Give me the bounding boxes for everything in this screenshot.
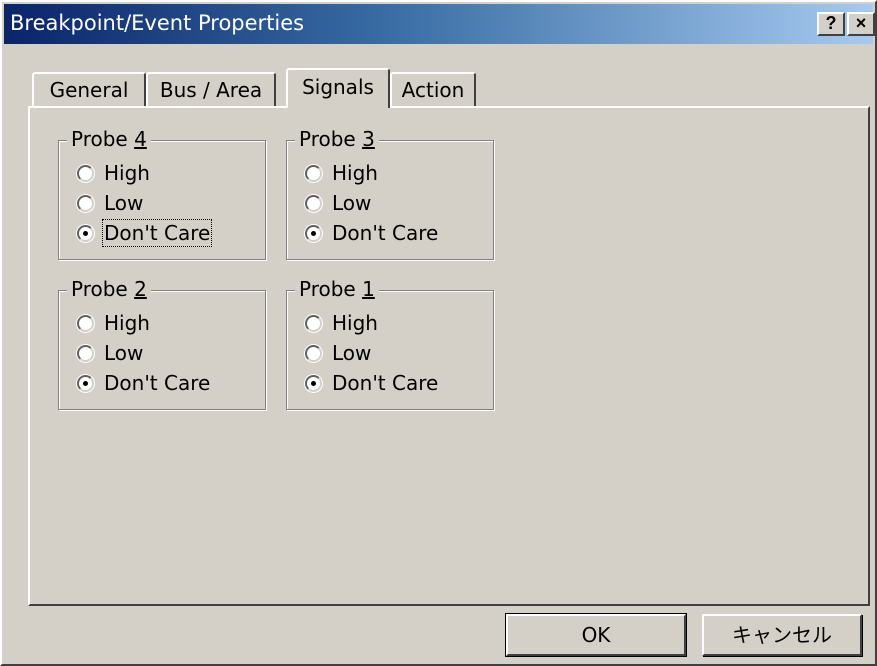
radio-circle[interactable]: [305, 194, 322, 212]
radio-circle[interactable]: [77, 224, 94, 242]
tab-general[interactable]: General: [32, 72, 146, 106]
probe-4-low-radio[interactable]: Low: [77, 189, 143, 217]
signals-panel: Probe 4 High Low Don't Care Probe 3 High: [28, 106, 870, 606]
probe-4-dont-care-radio[interactable]: Don't Care: [77, 219, 213, 247]
radio-circle[interactable]: [77, 164, 94, 182]
dialog-window: Breakpoint/Event Properties ? × General …: [0, 0, 877, 666]
radio-circle[interactable]: [77, 194, 94, 212]
probe-2-high-radio[interactable]: High: [77, 309, 150, 337]
tab-signals[interactable]: Signals: [286, 68, 390, 108]
probe-4-group: Probe 4 High Low Don't Care: [58, 127, 266, 260]
radio-label: Don't Care: [104, 371, 211, 395]
probe-3-low-radio[interactable]: Low: [305, 189, 371, 217]
probe-3-dont-care-radio[interactable]: Don't Care: [305, 219, 438, 247]
dialog-title: Breakpoint/Event Properties: [10, 11, 305, 35]
radio-label: Low: [104, 191, 144, 215]
probe-3-legend: Probe 3: [295, 127, 379, 151]
radio-circle[interactable]: [305, 164, 322, 182]
probe-1-low-radio[interactable]: Low: [305, 339, 371, 367]
probe-1-legend: Probe 1: [295, 277, 379, 301]
radio-label: High: [104, 311, 150, 335]
probe-4-legend: Probe 4: [67, 127, 151, 151]
radio-label: Low: [332, 341, 372, 365]
probe-1-group: Probe 1 High Low Don't Care: [286, 277, 494, 410]
probe-4-high-radio[interactable]: High: [77, 159, 150, 187]
radio-label: Low: [104, 341, 144, 365]
radio-circle[interactable]: [305, 344, 322, 362]
radio-label: High: [332, 161, 378, 185]
radio-circle[interactable]: [305, 224, 322, 242]
radio-label: Low: [332, 191, 372, 215]
radio-label: Don't Care: [332, 221, 439, 245]
ok-button[interactable]: OK: [505, 613, 687, 657]
radio-label: Don't Care: [332, 371, 439, 395]
radio-circle[interactable]: [77, 344, 94, 362]
probe-1-dont-care-radio[interactable]: Don't Care: [305, 369, 438, 397]
radio-circle[interactable]: [77, 314, 94, 332]
cancel-button[interactable]: キャンセル: [702, 614, 862, 656]
probe-2-legend: Probe 2: [67, 277, 151, 301]
probe-3-high-radio[interactable]: High: [305, 159, 378, 187]
radio-label: Don't Care: [101, 219, 213, 247]
probe-1-high-radio[interactable]: High: [305, 309, 378, 337]
help-button[interactable]: ?: [817, 12, 845, 36]
tab-action[interactable]: Action: [390, 72, 476, 106]
probe-2-low-radio[interactable]: Low: [77, 339, 143, 367]
probe-3-group: Probe 3 High Low Don't Care: [286, 127, 494, 260]
radio-circle[interactable]: [77, 374, 94, 392]
radio-circle[interactable]: [305, 374, 322, 392]
radio-circle[interactable]: [305, 314, 322, 332]
radio-label: High: [104, 161, 150, 185]
tab-bus-area[interactable]: Bus / Area: [146, 72, 276, 106]
probe-2-dont-care-radio[interactable]: Don't Care: [77, 369, 210, 397]
close-button[interactable]: ×: [847, 12, 875, 36]
title-bar[interactable]: Breakpoint/Event Properties ? ×: [4, 4, 875, 44]
probe-2-group: Probe 2 High Low Don't Care: [58, 277, 266, 410]
radio-label: High: [332, 311, 378, 335]
